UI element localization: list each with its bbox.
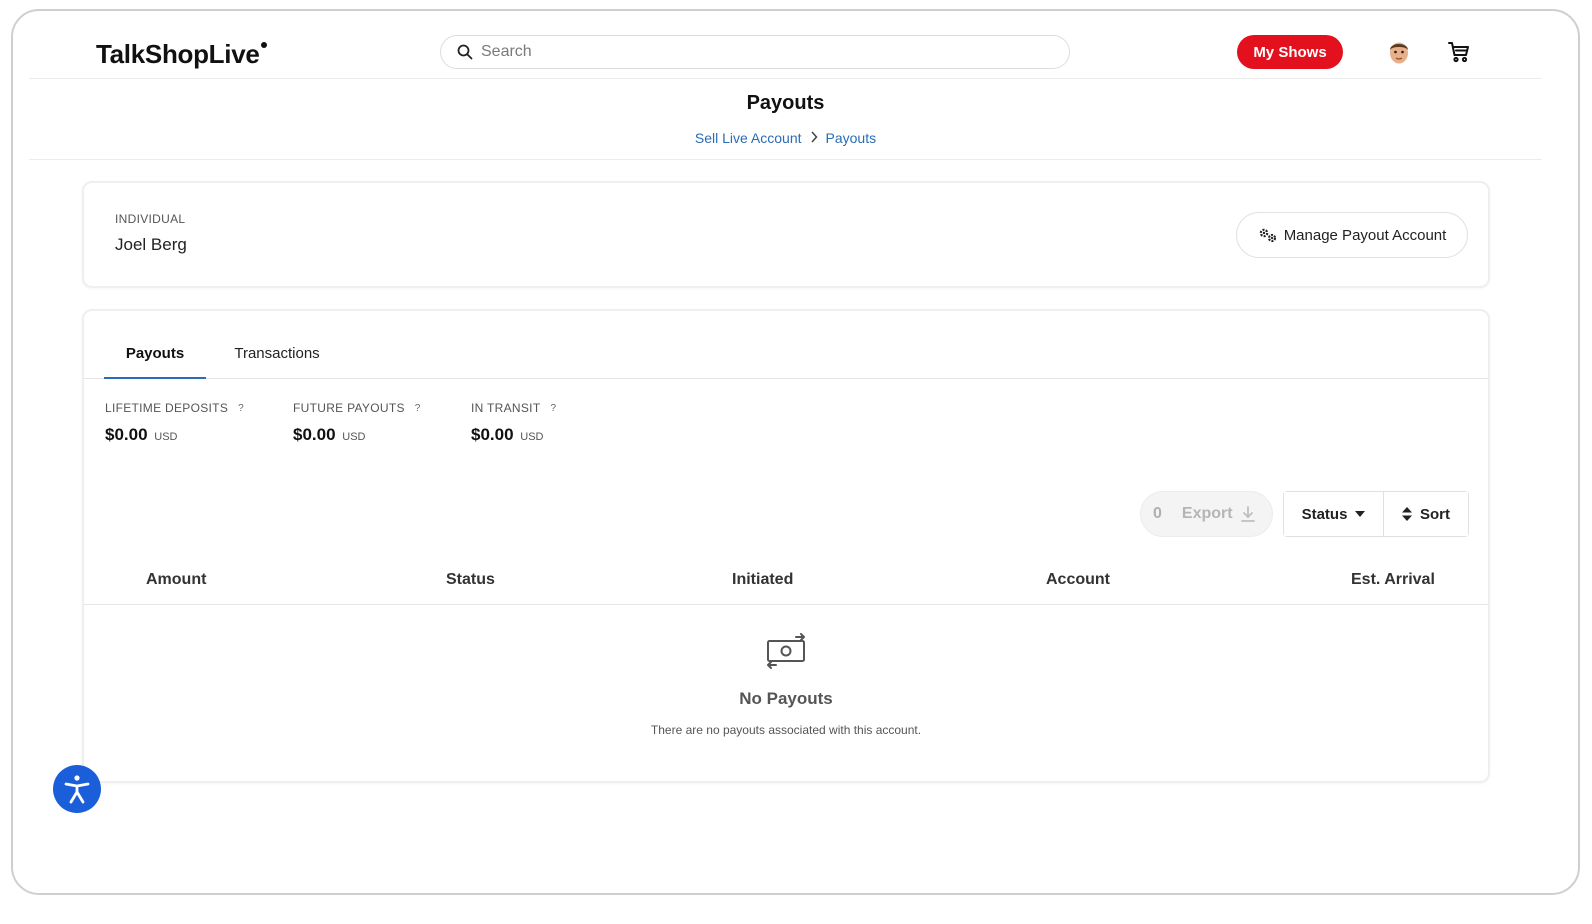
stat-value: $0.00: [105, 425, 148, 444]
stat-in-transit: IN TRANSIT ? $0.00 USD: [471, 401, 556, 445]
stat-label: IN TRANSIT: [471, 401, 541, 415]
stat-label: FUTURE PAYOUTS: [293, 401, 405, 415]
status-filter-label: Status: [1301, 505, 1348, 523]
accessibility-icon: [64, 775, 90, 804]
column-amount[interactable]: Amount: [146, 571, 206, 589]
export-label: Export: [1181, 505, 1233, 522]
top-header: TalkShopLive My Shows: [29, 11, 1542, 79]
sort-button[interactable]: Sort: [1384, 492, 1468, 536]
account-type: INDIVIDUAL: [115, 212, 186, 226]
column-est-arrival[interactable]: Est. Arrival: [1351, 571, 1435, 589]
browser-window: TalkShopLive My Shows Payouts: [11, 9, 1580, 895]
breadcrumb-sell-live-account[interactable]: Sell Live Account: [695, 130, 802, 146]
help-icon[interactable]: ?: [550, 403, 556, 414]
empty-state: No Payouts There are no payouts associat…: [84, 633, 1488, 737]
stat-value: $0.00: [471, 425, 514, 444]
payouts-card: Payouts Transactions LIFETIME DEPOSITS ?…: [82, 309, 1490, 783]
empty-state-title: No Payouts: [739, 689, 833, 708]
breadcrumb: Sell Live Account Payouts: [29, 130, 1542, 146]
stat-value: $0.00: [293, 425, 336, 444]
page-title-area: Payouts Sell Live Account Payouts: [29, 80, 1542, 160]
help-icon[interactable]: ?: [415, 403, 421, 414]
stat-currency: USD: [342, 431, 366, 443]
page-title: Payouts: [746, 92, 825, 114]
avatar[interactable]: [1387, 39, 1411, 65]
account-name: Joel Berg: [115, 235, 187, 254]
export-button[interactable]: 0 Export: [1140, 491, 1273, 537]
sort-label: Sort: [1420, 505, 1450, 523]
status-filter-button[interactable]: Status: [1284, 492, 1384, 536]
download-icon: [1240, 506, 1255, 522]
stat-lifetime-deposits: LIFETIME DEPOSITS ? $0.00 USD: [105, 401, 244, 445]
help-icon[interactable]: ?: [238, 403, 244, 414]
my-shows-button[interactable]: My Shows: [1237, 35, 1343, 69]
manage-payout-account-button[interactable]: Manage Payout Account: [1236, 212, 1468, 258]
column-status[interactable]: Status: [446, 571, 495, 589]
table-header: Amount Status Initiated Account Est. Arr…: [84, 553, 1488, 605]
empty-state-subtitle: There are no payouts associated with thi…: [650, 723, 922, 737]
column-initiated[interactable]: Initiated: [732, 571, 793, 589]
stat-currency: USD: [520, 431, 544, 443]
gears-icon: [1259, 228, 1276, 243]
stat-label: LIFETIME DEPOSITS: [105, 401, 229, 415]
caret-down-icon: [1355, 511, 1366, 517]
sort-icon: [1402, 507, 1412, 521]
account-card: INDIVIDUAL Joel Berg Manage Payout Accou…: [82, 181, 1490, 288]
export-count: 0: [1153, 505, 1162, 522]
cart-icon[interactable]: [1447, 40, 1471, 64]
chevron-right-icon: [810, 130, 818, 146]
accessibility-button[interactable]: [53, 765, 101, 813]
search-bar[interactable]: [440, 35, 1070, 69]
stat-currency: USD: [154, 431, 178, 443]
tab-transactions[interactable]: Transactions: [222, 333, 332, 379]
search-input[interactable]: [481, 43, 1041, 61]
breadcrumb-payouts[interactable]: Payouts: [826, 130, 877, 146]
tab-bar: Payouts Transactions: [84, 311, 1488, 379]
manage-payout-account-label: Manage Payout Account: [1283, 226, 1447, 244]
filter-sort-group: Status Sort: [1283, 491, 1469, 537]
search-icon: [457, 44, 473, 60]
logo-dot: [260, 42, 267, 48]
tab-payouts[interactable]: Payouts: [104, 333, 206, 379]
logo[interactable]: TalkShopLive: [96, 39, 267, 70]
money-transfer-icon: [767, 633, 805, 669]
logo-text: TalkShopLive: [96, 39, 260, 69]
stat-future-payouts: FUTURE PAYOUTS ? $0.00 USD: [293, 401, 421, 445]
column-account[interactable]: Account: [1046, 571, 1110, 589]
